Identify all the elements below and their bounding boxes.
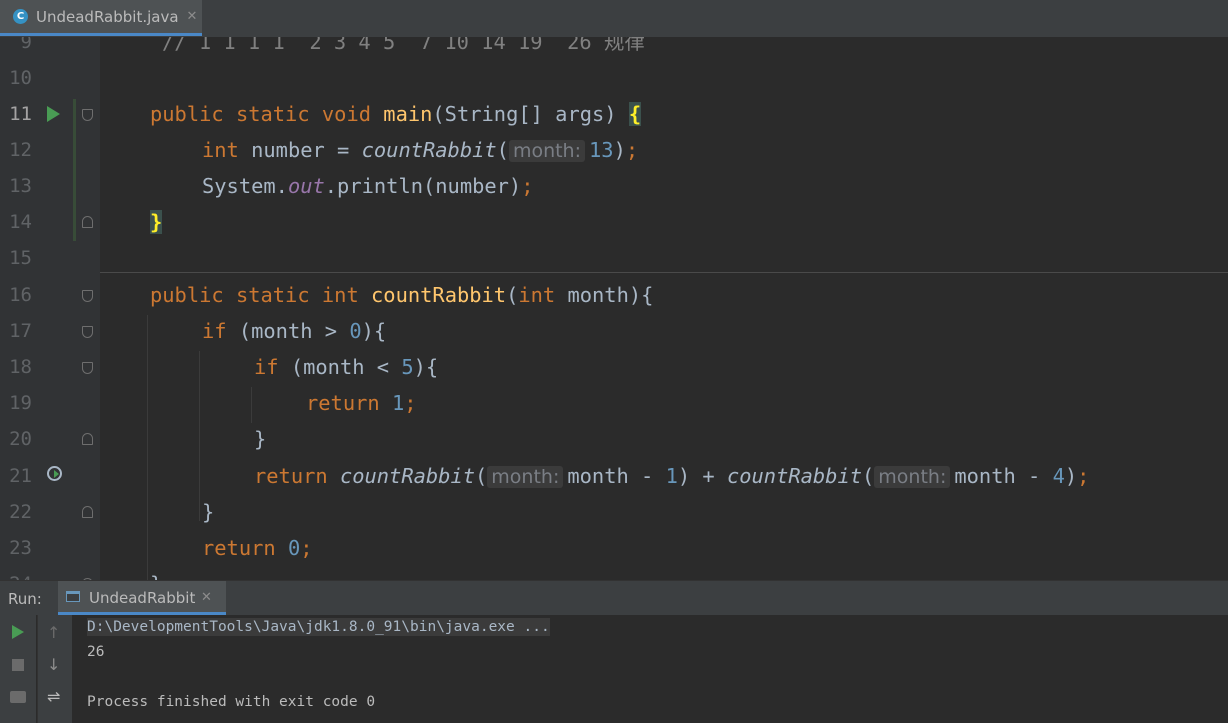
- code-text: public static void main(String[] args) {: [150, 102, 642, 126]
- parameter-hint: month:: [487, 466, 564, 488]
- line-number: 13: [9, 175, 32, 197]
- code-text: }: [150, 566, 162, 580]
- fold-marker-icon[interactable]: [82, 433, 93, 445]
- comment: // 1 1 1 1 2 3 4 5 7 10 14 19 26 规律: [162, 37, 645, 54]
- line-number: 12: [9, 139, 32, 161]
- fold-marker-icon[interactable]: [82, 109, 93, 121]
- line-number: 15: [9, 247, 32, 269]
- run-label: Run:: [8, 590, 42, 608]
- line-number: 10: [9, 67, 32, 89]
- run-tab-undeadrabbit[interactable]: UndeadRabbit ✕: [58, 581, 226, 615]
- run-toolbar: [0, 615, 36, 723]
- code-text: int number = countRabbit(month: 13);: [202, 138, 639, 162]
- java-class-icon: C: [13, 9, 28, 24]
- code-line: 18 if (month < 5){: [0, 349, 1228, 385]
- arrow-up-icon[interactable]: ↑: [47, 623, 60, 642]
- code-line: 19 return 1;: [0, 385, 1228, 421]
- line-number: 9: [20, 37, 32, 53]
- rerun-icon[interactable]: [12, 625, 24, 639]
- line-number: 22: [9, 501, 32, 523]
- code-line: 24 }: [0, 566, 1228, 580]
- camera-icon[interactable]: [10, 691, 26, 703]
- line-number: 24: [0, 566, 32, 580]
- parameter-hint: month:: [508, 140, 586, 162]
- editor-tab-label: UndeadRabbit.java: [36, 7, 179, 26]
- run-tab-label: UndeadRabbit: [89, 589, 196, 607]
- code-text: }: [150, 204, 163, 240]
- code-text: }: [254, 427, 267, 451]
- code-text: return 1;: [306, 391, 417, 415]
- code-line: 10: [0, 60, 1228, 96]
- line-number: 19: [9, 392, 32, 414]
- run-main-icon[interactable]: [47, 106, 60, 122]
- code-line: 12 int number = countRabbit(month: 13);: [0, 132, 1228, 168]
- console-output: 26: [87, 644, 105, 660]
- code-text: }: [202, 500, 215, 524]
- run-console[interactable]: ↑ ↓ ⇌ D:\DevelopmentTools\Java\jdk1.8.0_…: [0, 615, 1228, 723]
- editor-tab-undeadrabbit[interactable]: C UndeadRabbit.java ✕: [0, 0, 202, 36]
- code-text: if (month > 0){: [202, 319, 387, 343]
- line-number: 23: [9, 537, 32, 559]
- code-text: return 0;: [202, 536, 313, 560]
- run-tool-window-header: Run: UndeadRabbit ✕: [0, 580, 1228, 615]
- fold-marker-icon[interactable]: [82, 326, 93, 338]
- code-line: 20 }: [0, 421, 1228, 457]
- console-toolbar: ↑ ↓ ⇌: [37, 615, 72, 723]
- soft-wrap-icon[interactable]: ⇌: [47, 687, 60, 706]
- close-icon[interactable]: ✕: [187, 9, 198, 24]
- close-icon[interactable]: ✕: [201, 590, 212, 605]
- console-command-line: D:\DevelopmentTools\Java\jdk1.8.0_91\bin…: [87, 618, 550, 636]
- editor-tab-bar: C UndeadRabbit.java ✕: [0, 0, 1228, 38]
- code-text: if (month < 5){: [254, 355, 439, 379]
- code-line: 13 System.out.println(number);: [0, 168, 1228, 204]
- fold-marker-icon[interactable]: [82, 506, 93, 518]
- code-line: 11 public static void main(String[] args…: [0, 96, 1228, 132]
- code-line: 16 public static int countRabbit(int mon…: [0, 277, 1228, 313]
- code-line: 9 // 1 1 1 1 2 3 4 5 7 10 14 19 26 规律: [0, 37, 1228, 60]
- fold-marker-icon[interactable]: [82, 216, 93, 228]
- code-line: 23 return 0;: [0, 530, 1228, 566]
- code-line: 14 }: [0, 204, 1228, 240]
- recursive-call-icon: [47, 466, 62, 481]
- matched-brace: }: [150, 210, 163, 234]
- code-text: public static int countRabbit(int month)…: [150, 283, 654, 307]
- code-text: System.out.println(number);: [202, 174, 534, 198]
- line-number: 18: [9, 356, 32, 378]
- line-number: 20: [9, 428, 32, 450]
- line-number: 16: [9, 284, 32, 306]
- fold-marker-icon[interactable]: [82, 362, 93, 374]
- code-line: 21 return countRabbit(month: month - 1) +…: [0, 458, 1228, 494]
- code-line: 15: [0, 240, 1228, 276]
- code-line: 22 }: [0, 494, 1228, 530]
- code-editor[interactable]: 9 // 1 1 1 1 2 3 4 5 7 10 14 19 26 规律 10…: [0, 37, 1228, 580]
- arrow-down-icon[interactable]: ↓: [47, 655, 60, 674]
- stop-icon[interactable]: [12, 659, 24, 671]
- console-exit-message: Process finished with exit code 0: [87, 694, 376, 710]
- parameter-hint: month:: [874, 466, 951, 488]
- line-number: 17: [9, 320, 32, 342]
- matched-brace: {: [628, 102, 642, 126]
- console-icon: [66, 591, 80, 602]
- line-number: 21: [9, 465, 32, 487]
- fold-marker-icon[interactable]: [82, 290, 93, 302]
- code-line: 17 if (month > 0){: [0, 313, 1228, 349]
- line-number: 11: [9, 103, 32, 125]
- code-text: return countRabbit(month: month - 1) + co…: [254, 464, 1090, 488]
- line-number: 14: [9, 211, 32, 233]
